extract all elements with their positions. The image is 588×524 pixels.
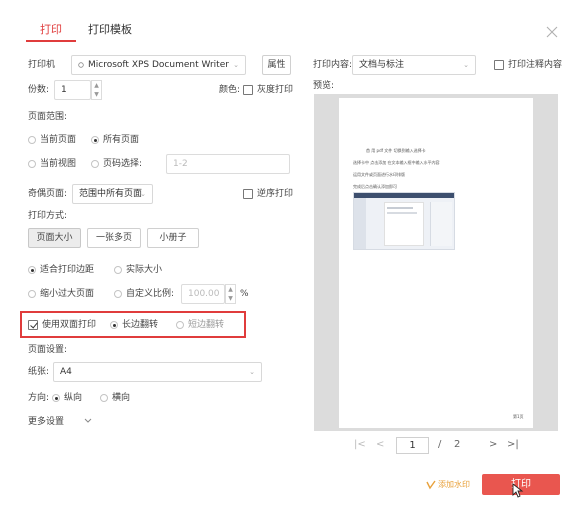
preview-text-line: 选择卡中 点击添加 在文本输入框中输入水平内容 <box>353 160 440 165</box>
tab-print[interactable]: 打印 <box>40 22 62 38</box>
current-page-label: 当前页面 <box>40 135 77 145</box>
copies-input[interactable]: 1 <box>54 80 91 100</box>
mode-multiple-pages-button[interactable]: 一张多页 <box>87 228 141 248</box>
reverse-order-label: 逆序打印 <box>257 189 294 199</box>
printer-icon <box>78 62 84 68</box>
print-content-label: 打印内容: <box>313 60 353 70</box>
landscape-label: 横向 <box>112 393 131 403</box>
radio-current-view[interactable] <box>28 160 36 168</box>
short-edge-label: 短边翻转 <box>188 320 225 330</box>
custom-scale-input[interactable]: 100.00 <box>181 284 225 304</box>
preview-label: 预览: <box>313 81 335 91</box>
mode-booklet-button[interactable]: 小册子 <box>147 228 199 248</box>
radio-long-edge[interactable] <box>110 321 118 329</box>
current-view-label: 当前视图 <box>40 159 77 169</box>
chevron-down-icon: ⌄ <box>140 190 146 198</box>
chevron-down-icon: ⌄ <box>463 61 469 69</box>
paper-value: A4 <box>60 367 72 377</box>
preview-page: 首 用 pdf 文件 切换到输入选择卡 选择卡中 点击添加 在文本输入框中输入水… <box>339 98 533 428</box>
shrink-large-label: 缩小过大页面 <box>40 289 95 299</box>
preview-screenshot-image <box>353 192 455 250</box>
odd-even-select[interactable]: 范围中所有页面 ⌄ <box>72 184 153 204</box>
page-range-label: 页面范围: <box>28 112 68 122</box>
more-settings-link[interactable]: 更多设置 <box>28 416 64 428</box>
prev-page-button[interactable]: < <box>376 438 384 452</box>
orientation-label: 方向: <box>28 393 50 403</box>
stepper-down-icon[interactable]: ▼ <box>226 294 235 303</box>
add-watermark-link[interactable]: 添加水印 <box>438 479 470 491</box>
last-page-button[interactable]: >| <box>507 438 519 452</box>
active-tab-indicator <box>26 40 76 42</box>
print-content-select[interactable]: 文档与标注 ⌄ <box>352 55 476 75</box>
paper-label: 纸张: <box>28 367 50 377</box>
radio-landscape[interactable] <box>100 394 108 402</box>
print-annotations-checkbox[interactable] <box>494 60 504 70</box>
preview-text-line: 完成后点击确认添加即可 <box>353 184 397 189</box>
printer-select-value: Microsoft XPS Document Writer <box>88 60 229 70</box>
chevron-down-icon: ⌄ <box>233 61 239 69</box>
page-select-input[interactable]: 1-2 <box>166 154 290 174</box>
odd-even-label: 奇偶页面: <box>28 189 68 199</box>
custom-scale-stepper[interactable]: ▲ ▼ <box>225 284 236 304</box>
print-mode-label: 打印方式: <box>28 211 68 221</box>
stepper-up-icon[interactable]: ▲ <box>226 285 235 294</box>
first-page-button[interactable]: |< <box>354 438 366 452</box>
preview-text-line: 首 用 pdf 文件 切换到输入选择卡 <box>366 148 426 153</box>
watermark-icon[interactable] <box>426 480 436 490</box>
reverse-order-checkbox[interactable] <box>243 189 253 199</box>
preview-text-line: 运用文件或页面进行水印排版 <box>353 172 405 177</box>
percent-sign: % <box>240 289 249 299</box>
mouse-cursor-icon <box>512 483 524 498</box>
printer-properties-button[interactable]: 属性 <box>262 55 291 75</box>
fit-margins-label: 适合打印边距 <box>40 265 95 275</box>
chevron-down-icon: ⌄ <box>249 368 255 376</box>
color-label: 颜色: <box>219 85 241 95</box>
grayscale-checkbox[interactable] <box>243 85 253 95</box>
grayscale-label: 灰度打印 <box>257 85 294 95</box>
chevron-down-icon[interactable] <box>84 418 92 424</box>
page-separator: / <box>438 439 442 450</box>
copies-stepper[interactable]: ▲ ▼ <box>91 80 102 100</box>
next-page-button[interactable]: > <box>489 438 497 452</box>
radio-current-page[interactable] <box>28 136 36 144</box>
close-icon[interactable] <box>545 25 559 39</box>
mode-page-size-button[interactable]: 页面大小 <box>28 228 81 248</box>
long-edge-label: 长边翻转 <box>122 320 159 330</box>
radio-page-select[interactable] <box>91 160 99 168</box>
radio-portrait[interactable] <box>52 394 60 402</box>
paper-select[interactable]: A4 ⌄ <box>53 362 262 382</box>
stepper-up-icon[interactable]: ▲ <box>92 81 101 90</box>
print-content-value: 文档与标注 <box>359 60 405 70</box>
radio-short-edge[interactable] <box>176 321 184 329</box>
all-pages-label: 所有页面 <box>103 135 140 145</box>
radio-fit-margins[interactable] <box>28 266 36 274</box>
radio-actual-size[interactable] <box>114 266 122 274</box>
page-number-input[interactable]: 1 <box>396 437 429 454</box>
copies-label: 份数: <box>28 85 50 95</box>
custom-scale-label: 自定义比例: <box>126 289 175 299</box>
portrait-label: 纵向 <box>64 393 83 403</box>
actual-size-label: 实际大小 <box>126 265 163 275</box>
page-setup-label: 页面设置: <box>28 345 68 355</box>
printer-label: 打印机 <box>28 60 56 70</box>
radio-shrink-large[interactable] <box>28 290 36 298</box>
radio-all-pages[interactable] <box>91 136 99 144</box>
tab-print-template[interactable]: 打印模板 <box>88 22 132 38</box>
printer-select[interactable]: Microsoft XPS Document Writer ⌄ <box>71 55 246 75</box>
preview-page-number: 第1页 <box>513 414 524 419</box>
total-pages: 2 <box>454 439 461 450</box>
odd-even-value: 范围中所有页面 <box>79 189 143 199</box>
radio-custom-scale[interactable] <box>114 290 122 298</box>
page-select-label: 页码选择: <box>103 159 143 169</box>
stepper-down-icon[interactable]: ▼ <box>92 90 101 99</box>
duplex-label: 使用双面打印 <box>42 320 97 330</box>
print-annotations-label: 打印注释内容 <box>508 60 563 70</box>
duplex-checkbox[interactable] <box>28 320 38 330</box>
